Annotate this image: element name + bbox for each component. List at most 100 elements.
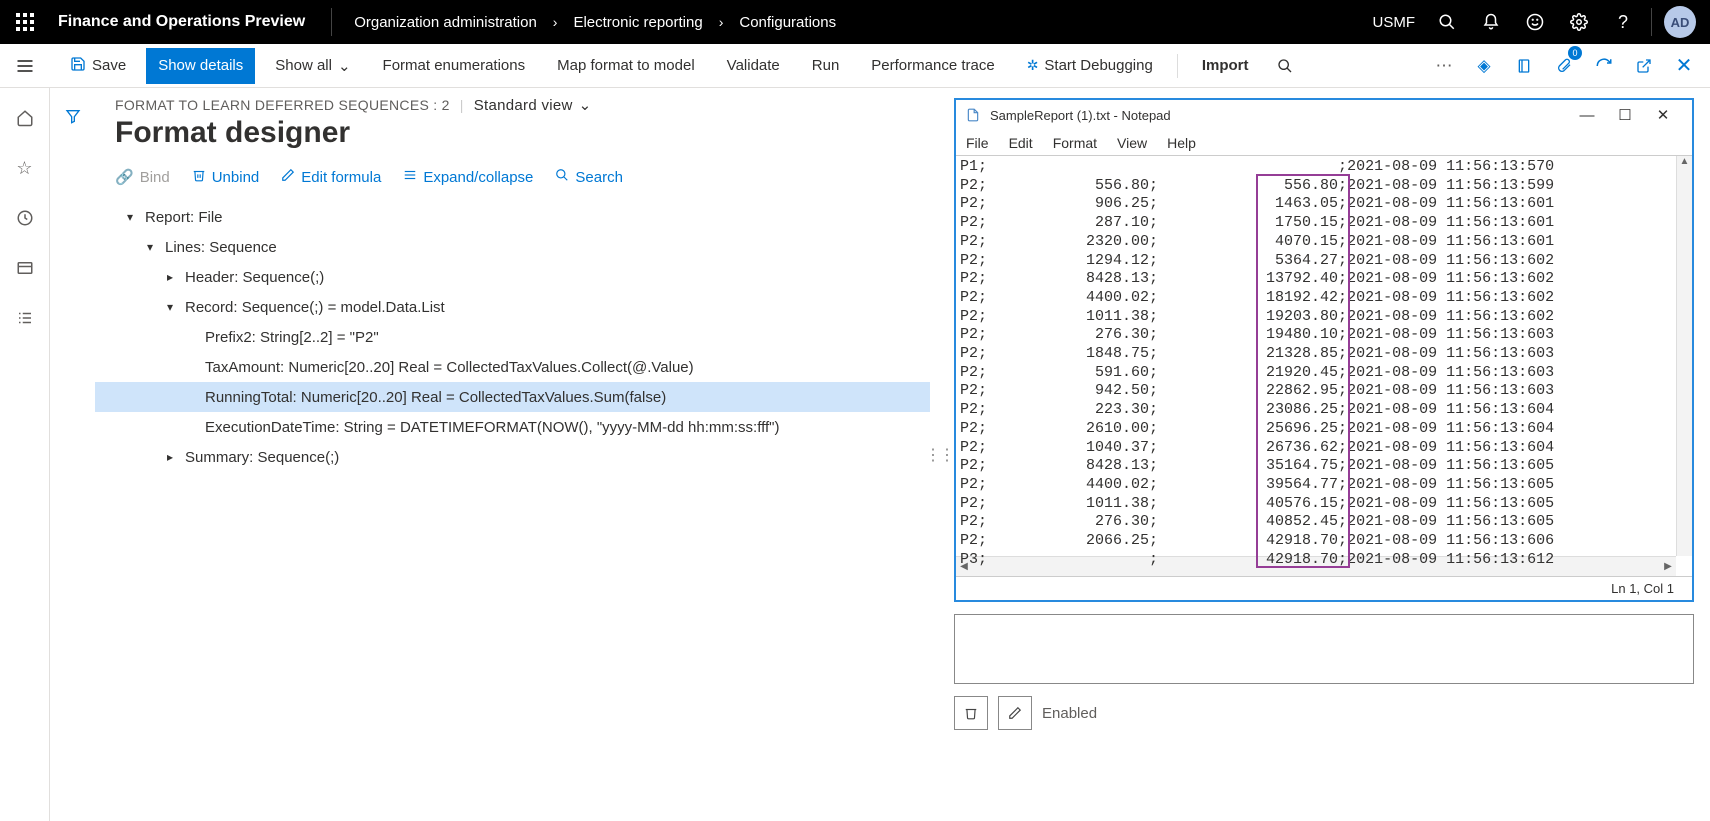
search-label: Search xyxy=(575,169,623,186)
tree-row[interactable]: ExecutionDateTime: String = DATETIMEFORM… xyxy=(95,412,930,442)
caret-right-icon[interactable]: ▸ xyxy=(155,450,185,464)
attachments-count: 0 xyxy=(1568,46,1582,60)
maximize-icon[interactable]: ☐ xyxy=(1606,106,1644,124)
star-icon[interactable]: ☆ xyxy=(5,148,45,188)
expand-label: Expand/collapse xyxy=(423,169,533,186)
expand-collapse-link[interactable]: Expand/collapse xyxy=(403,168,533,186)
caret-right-icon[interactable]: ▸ xyxy=(155,270,185,284)
tree-label: TaxAmount: Numeric[20..20] Real = Collec… xyxy=(205,359,694,376)
tree-label: RunningTotal: Numeric[20..20] Real = Col… xyxy=(205,389,666,406)
avatar[interactable]: AD xyxy=(1664,6,1696,38)
filter-icon[interactable] xyxy=(65,108,81,821)
commandbar-search-icon[interactable] xyxy=(1269,48,1301,84)
app-title: Finance and Operations Preview xyxy=(50,13,323,31)
home-icon[interactable] xyxy=(5,98,45,138)
menu-format[interactable]: Format xyxy=(1053,135,1097,151)
tree-label: Summary: Sequence(;) xyxy=(185,449,339,466)
smile-icon[interactable] xyxy=(1513,0,1557,44)
popout-icon[interactable] xyxy=(1628,48,1660,84)
chevron-down-icon: ⌄ xyxy=(338,57,351,75)
caret-down-icon[interactable]: ▾ xyxy=(135,240,165,254)
format-tree[interactable]: ▾Report: File▾Lines: Sequence▸Header: Se… xyxy=(95,196,930,472)
close-icon[interactable]: ✕ xyxy=(1668,48,1700,84)
tree-row[interactable]: ▸Summary: Sequence(;) xyxy=(95,442,930,472)
breadcrumb-item-2[interactable]: Configurations xyxy=(739,14,836,31)
save-label: Save xyxy=(92,57,126,74)
breadcrumb-item-1[interactable]: Electronic reporting xyxy=(573,14,702,31)
tree-label: Report: File xyxy=(145,209,223,226)
tree-row[interactable]: ▾Report: File xyxy=(95,202,930,232)
show-all-label: Show all xyxy=(275,57,332,74)
breadcrumb-item-0[interactable]: Organization administration xyxy=(354,14,537,31)
unbind-link[interactable]: Unbind xyxy=(192,168,260,186)
divider: | xyxy=(460,97,464,113)
caret-down-icon[interactable]: ▾ xyxy=(155,300,185,314)
minimize-icon[interactable]: — xyxy=(1568,107,1606,124)
run-button[interactable]: Run xyxy=(800,48,852,84)
config-crumb: FORMAT TO LEARN DEFERRED SEQUENCES : 2 xyxy=(115,97,450,113)
hamburger-icon[interactable] xyxy=(0,44,50,88)
tree-row[interactable]: ▸Header: Sequence(;) xyxy=(95,262,930,292)
import-label: Import xyxy=(1202,57,1249,74)
divider xyxy=(331,8,332,36)
attachments-icon[interactable]: 0 xyxy=(1548,48,1580,84)
caret-down-icon[interactable]: ▾ xyxy=(115,210,145,224)
edit-button[interactable] xyxy=(998,696,1032,730)
show-details-button[interactable]: Show details xyxy=(146,48,255,84)
menu-file[interactable]: File xyxy=(966,135,989,151)
more-icon[interactable]: ⋯ xyxy=(1428,48,1460,84)
divider xyxy=(1177,54,1178,78)
show-details-label: Show details xyxy=(158,57,243,74)
import-button[interactable]: Import xyxy=(1190,48,1261,84)
page-title: Format designer xyxy=(95,114,930,164)
office-icon[interactable] xyxy=(1508,48,1540,84)
description-textarea[interactable] xyxy=(954,614,1694,684)
edit-formula-link[interactable]: Edit formula xyxy=(281,168,381,186)
app-launcher-icon[interactable] xyxy=(0,0,50,44)
format-enumerations-button[interactable]: Format enumerations xyxy=(371,48,538,84)
tree-row[interactable]: ▾Record: Sequence(;) = model.Data.List xyxy=(95,292,930,322)
menu-help[interactable]: Help xyxy=(1167,135,1196,151)
pencil-icon xyxy=(281,168,295,186)
list-icon xyxy=(403,168,417,186)
tree-row[interactable]: TaxAmount: Numeric[20..20] Real = Collec… xyxy=(95,352,930,382)
tree-row[interactable]: ▾Lines: Sequence xyxy=(95,232,930,262)
close-icon[interactable]: ✕ xyxy=(1644,106,1682,124)
clock-icon[interactable] xyxy=(5,198,45,238)
workspace-icon[interactable] xyxy=(5,248,45,288)
performance-trace-button[interactable]: Performance trace xyxy=(859,48,1006,84)
tree-row[interactable]: Prefix2: String[2..2] = "P2" xyxy=(95,322,930,352)
modules-icon[interactable] xyxy=(5,298,45,338)
search-link[interactable]: Search xyxy=(555,168,623,186)
validate-button[interactable]: Validate xyxy=(715,48,792,84)
notepad-content[interactable]: P1; ;2021-08-09 11:56:13:570 P2; 556.80;… xyxy=(956,156,1692,571)
notepad-window: SampleReport (1).txt - Notepad — ☐ ✕ Fil… xyxy=(954,98,1694,602)
notepad-menubar: File Edit Format View Help xyxy=(956,130,1692,156)
bind-link: 🔗 Bind xyxy=(115,168,170,186)
divider xyxy=(1651,8,1652,36)
delete-button[interactable] xyxy=(954,696,988,730)
start-debugging-button[interactable]: ✲ Start Debugging xyxy=(1015,48,1165,84)
map-format-button[interactable]: Map format to model xyxy=(545,48,707,84)
bell-icon[interactable] xyxy=(1469,0,1513,44)
link-icon: 🔗 xyxy=(115,168,134,186)
diamond-icon[interactable]: ◈ xyxy=(1468,48,1500,84)
tree-row[interactable]: RunningTotal: Numeric[20..20] Real = Col… xyxy=(95,382,930,412)
format-enum-label: Format enumerations xyxy=(383,57,526,74)
view-label: Standard view xyxy=(474,97,573,114)
view-picker[interactable]: Standard view ⌄ xyxy=(474,96,592,114)
pane-splitter[interactable]: ⋮⋮ xyxy=(930,88,948,821)
show-all-button[interactable]: Show all ⌄ xyxy=(263,48,362,84)
menu-view[interactable]: View xyxy=(1117,135,1147,151)
help-icon[interactable]: ? xyxy=(1601,0,1645,44)
chevron-right-icon: › xyxy=(719,14,724,30)
tree-label: Lines: Sequence xyxy=(165,239,277,256)
save-button[interactable]: Save xyxy=(58,48,138,84)
company-picker[interactable]: USMF xyxy=(1363,14,1426,31)
refresh-icon[interactable] xyxy=(1588,48,1620,84)
search-icon[interactable] xyxy=(1425,0,1469,44)
window-title: SampleReport (1).txt - Notepad xyxy=(990,108,1568,123)
bind-label: Bind xyxy=(140,169,170,186)
gear-icon[interactable] xyxy=(1557,0,1601,44)
menu-edit[interactable]: Edit xyxy=(1009,135,1033,151)
